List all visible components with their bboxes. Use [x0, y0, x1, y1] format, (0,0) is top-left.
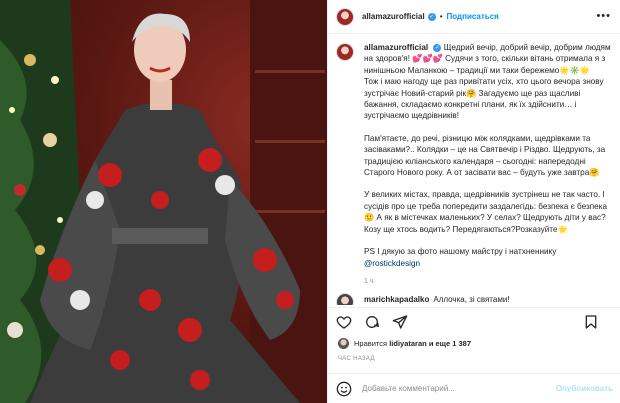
likes-prefix: Нравится [354, 339, 388, 348]
liker-avatar[interactable] [338, 338, 349, 349]
follow-button[interactable]: Подписаться [447, 12, 499, 21]
caption-paragraph-4: PS І дякую за фото нашому майстру і натх… [364, 247, 557, 257]
comment-text: Аллочка, зі святами! [433, 294, 510, 304]
emoji-icon[interactable] [336, 381, 352, 397]
instagram-post: allamazurofficial ✓ • Подписаться ••• al… [0, 0, 620, 403]
bookmark-icon[interactable] [583, 314, 599, 330]
comment-input[interactable] [362, 384, 556, 393]
caption-paragraph-3: У великих містах, правда, щедрівників зу… [364, 190, 608, 234]
caption-time: 1 ч. [364, 277, 376, 285]
caption-username[interactable]: allamazurofficial [364, 43, 428, 52]
caption-avatar[interactable] [336, 43, 354, 61]
author-username[interactable]: allamazurofficial [362, 12, 425, 21]
caption-verified-icon: ✓ [433, 43, 442, 52]
commenter-username[interactable]: marichkapadalko [364, 295, 429, 304]
author-avatar[interactable] [336, 7, 354, 26]
caption-body: allamazurofficial ✓ Щедрий вечір, добрий… [364, 42, 612, 287]
add-comment-bar: Опубликовать [328, 373, 620, 403]
mention-link[interactable]: @rostickdesign [364, 259, 420, 268]
caption-area: allamazurofficial ✓ Щедрий вечір, добрий… [336, 42, 614, 297]
post-photo[interactable] [0, 0, 327, 403]
separator-dot: • [439, 12, 443, 21]
publish-button[interactable]: Опубликовать [556, 384, 613, 393]
commenter-avatar[interactable] [336, 293, 354, 305]
likes-line: Нравится lidiyataran и еще 1 387 [338, 338, 471, 349]
caption-row: allamazurofficial ✓ Щедрий вечір, добрий… [336, 42, 614, 287]
liker-username[interactable]: lidiyataran [389, 339, 427, 348]
action-bar [328, 307, 620, 335]
photo-illustration [0, 0, 327, 403]
caption-paragraph-2: Пам'ятаєте, до речі, різницю між колядка… [364, 133, 606, 178]
heart-icon[interactable] [336, 314, 352, 330]
likes-count[interactable]: и еще 1 387 [429, 339, 471, 348]
verified-icon: ✓ [427, 12, 436, 21]
post-side-panel: allamazurofficial ✓ • Подписаться ••• al… [327, 0, 620, 403]
comment-row: marichkapadalko Аллочка, зі святами! [336, 293, 614, 305]
comment-icon[interactable] [364, 314, 380, 330]
post-header: allamazurofficial ✓ • Подписаться ••• [328, 0, 620, 34]
post-time-ago: ЧАС НАЗАД [338, 356, 375, 362]
more-icon[interactable]: ••• [596, 10, 611, 22]
share-icon[interactable] [392, 314, 408, 330]
caption-paragraph-1: Щедрий вечір, добрий вечір, добрим людям… [364, 43, 611, 121]
